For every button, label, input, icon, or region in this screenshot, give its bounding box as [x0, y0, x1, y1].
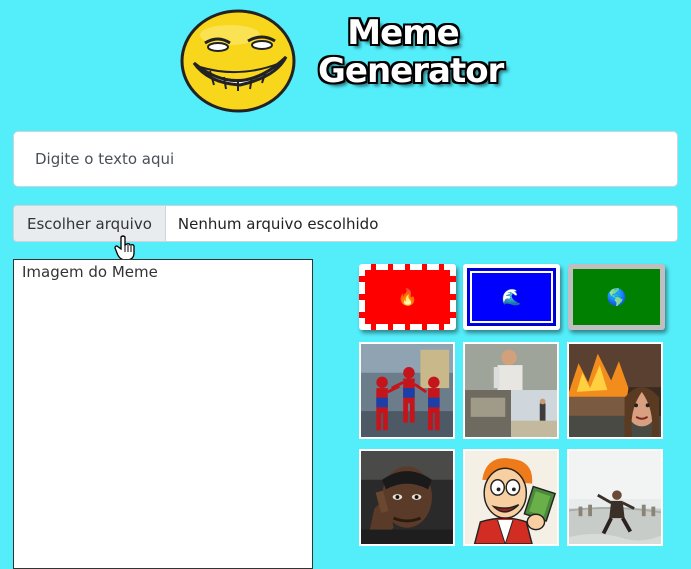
- meme-preview: Imagem do Meme: [13, 259, 313, 569]
- header: Meme Generator: [0, 0, 691, 125]
- jack-sparrow-running-meme[interactable]: [567, 449, 663, 546]
- water-theme-button[interactable]: 🌊: [463, 264, 560, 330]
- fire-theme-button[interactable]: 🔥: [359, 264, 456, 330]
- troll-face-icon: [180, 9, 296, 113]
- disaster-girl-meme[interactable]: [567, 342, 663, 439]
- choose-file-button[interactable]: Escolher arquivo: [14, 206, 166, 241]
- fry-money-image: [465, 451, 557, 544]
- earth-theme-inner: 🌎: [573, 269, 660, 325]
- jack-sparrow-running-image: [569, 451, 661, 544]
- fire-icon: 🔥: [397, 287, 418, 307]
- hand-cursor-icon: [114, 235, 135, 261]
- disaster-girl-image: [569, 344, 661, 437]
- broken-image-icon: [16, 265, 20, 279]
- spiderman-pointing-meme[interactable]: [359, 342, 455, 439]
- wave-icon: 🌊: [501, 287, 522, 307]
- broken-image-alt: Imagem do Meme: [16, 263, 158, 281]
- water-theme-inner: 🌊: [467, 268, 556, 326]
- file-input[interactable]: Escolher arquivo Nenhum arquivo escolhid…: [13, 205, 678, 242]
- app-title: Meme Generator: [318, 13, 504, 91]
- thinking-man-image: [361, 451, 453, 544]
- thinking-man-meme[interactable]: [359, 449, 455, 546]
- title-line-1: Meme: [347, 13, 459, 53]
- title-line-2: Generator: [318, 51, 504, 91]
- file-status-text: Nenhum arquivo escolhido: [177, 214, 379, 233]
- fry-money-meme[interactable]: [463, 449, 559, 546]
- spiderman-pointing-image: [361, 344, 453, 437]
- preview-alt-text: Imagem do Meme: [22, 263, 158, 281]
- earth-theme-button[interactable]: 🌎: [568, 264, 665, 330]
- meme-text-input[interactable]: [13, 131, 678, 187]
- sad-man-waiting-meme[interactable]: [463, 342, 559, 439]
- globe-icon: 🌎: [606, 287, 627, 307]
- sad-man-waiting-image: [465, 344, 557, 437]
